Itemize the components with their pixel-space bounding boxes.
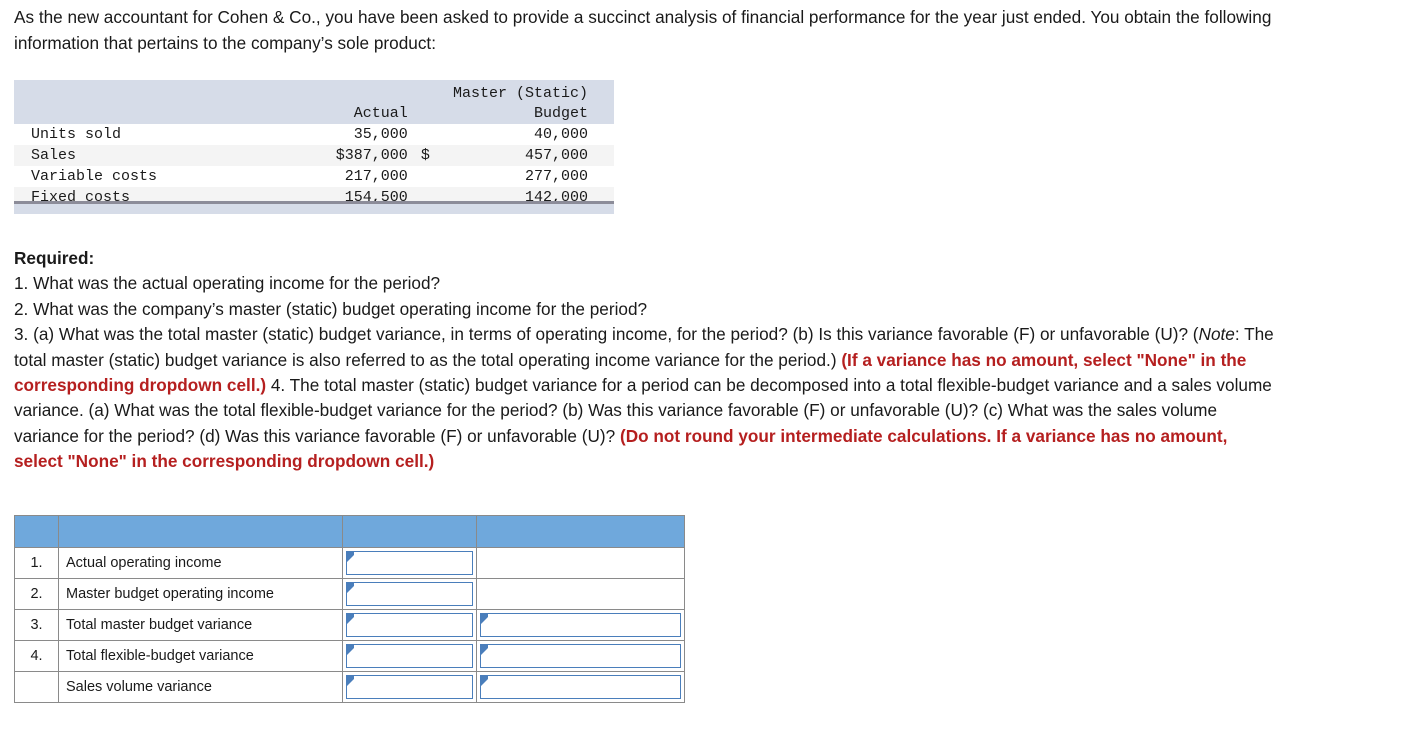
amount-input-cell[interactable] bbox=[342, 671, 477, 703]
answer-header-favorable bbox=[476, 515, 685, 548]
favorable-cell-empty bbox=[476, 547, 685, 579]
question-3-text-a: 3. (a) What was the total master (static… bbox=[14, 324, 1199, 345]
worksheet-page: As the new accountant for Cohen & Co., y… bbox=[0, 0, 1406, 750]
amount-input[interactable] bbox=[346, 613, 473, 637]
row-number: 3. bbox=[14, 609, 59, 641]
table-row: Sales volume variance bbox=[14, 671, 685, 703]
row-budget: 277,000 bbox=[524, 168, 588, 185]
amount-input-cell[interactable] bbox=[342, 640, 477, 672]
favorable-dropdown-cell[interactable] bbox=[476, 671, 685, 703]
favorable-dropdown-cell[interactable] bbox=[476, 640, 685, 672]
answer-header-desc bbox=[58, 515, 343, 548]
data-table-footer-bar bbox=[14, 201, 614, 214]
row-number: 1. bbox=[14, 547, 59, 579]
row-description: Actual operating income bbox=[58, 547, 343, 579]
required-section: Required: 1. What was the actual operati… bbox=[14, 246, 1276, 475]
table-row: Sales $387,000 $ 457,000 bbox=[14, 145, 614, 166]
favorable-dropdown[interactable] bbox=[480, 644, 681, 668]
answer-header-num bbox=[14, 515, 59, 548]
favorable-dropdown-cell[interactable] bbox=[476, 609, 685, 641]
question-2: 2. What was the company’s master (static… bbox=[14, 298, 648, 319]
row-number: 2. bbox=[14, 578, 59, 610]
amount-input[interactable] bbox=[346, 582, 473, 606]
favorable-dropdown[interactable] bbox=[480, 613, 681, 637]
row-dollar: $ bbox=[420, 147, 430, 164]
row-actual: 35,000 bbox=[353, 126, 408, 143]
amount-input-cell[interactable] bbox=[342, 609, 477, 641]
row-description: Total master budget variance bbox=[58, 609, 343, 641]
table-row: Variable costs 217,000 277,000 bbox=[14, 166, 614, 187]
question-3-note-italic: Note bbox=[1198, 324, 1235, 345]
row-description: Total flexible-budget variance bbox=[58, 640, 343, 672]
row-label: Units sold bbox=[31, 126, 122, 143]
row-label: Sales bbox=[31, 147, 77, 164]
amount-input-cell[interactable] bbox=[342, 547, 477, 579]
amount-input[interactable] bbox=[346, 644, 473, 668]
amount-input-cell[interactable] bbox=[342, 578, 477, 610]
data-header-spacer-dollar bbox=[416, 80, 449, 102]
row-number bbox=[14, 671, 59, 703]
data-header-blank2 bbox=[14, 102, 251, 124]
row-actual: $387,000 bbox=[335, 147, 408, 164]
favorable-cell-empty bbox=[476, 578, 685, 610]
row-dollar bbox=[416, 166, 449, 187]
row-label: Variable costs bbox=[31, 168, 158, 185]
answer-header-value bbox=[342, 515, 477, 548]
table-row: 1. Actual operating income bbox=[14, 547, 685, 579]
answer-table-header-row bbox=[14, 515, 685, 548]
data-table-body: Units sold 35,000 40,000 Sales $387,000 … bbox=[14, 124, 614, 208]
row-budget: 40,000 bbox=[533, 126, 588, 143]
intro-paragraph: As the new accountant for Cohen & Co., y… bbox=[14, 7, 1272, 53]
question-1: 1. What was the actual operating income … bbox=[14, 273, 441, 294]
row-number: 4. bbox=[14, 640, 59, 672]
amount-input[interactable] bbox=[346, 551, 473, 575]
table-row: Units sold 35,000 40,000 bbox=[14, 124, 614, 145]
data-header-actual: Actual bbox=[353, 105, 408, 122]
financial-data-table: Master (Static) Actual Budget Units sold… bbox=[14, 80, 614, 208]
data-header-dollar bbox=[416, 102, 449, 124]
row-description: Master budget operating income bbox=[58, 578, 343, 610]
required-heading: Required: bbox=[14, 248, 95, 268]
row-actual: 217,000 bbox=[344, 168, 408, 185]
data-table-header: Master (Static) Actual Budget bbox=[14, 80, 614, 124]
data-header-budget-line2: Budget bbox=[533, 105, 588, 122]
row-description: Sales volume variance bbox=[58, 671, 343, 703]
data-header-blank bbox=[14, 80, 251, 102]
data-header-budget-line1: Master (Static) bbox=[452, 85, 588, 102]
favorable-dropdown[interactable] bbox=[480, 675, 681, 699]
table-row: 2. Master budget operating income bbox=[14, 578, 685, 610]
answer-table: 1. Actual operating income 2. Master bud… bbox=[14, 515, 685, 703]
data-header-spacer-actual bbox=[251, 80, 416, 102]
table-row: 3. Total master budget variance bbox=[14, 609, 685, 641]
row-dollar bbox=[416, 124, 449, 145]
table-row: 4. Total flexible-budget variance bbox=[14, 640, 685, 672]
row-budget: 457,000 bbox=[524, 147, 588, 164]
amount-input[interactable] bbox=[346, 675, 473, 699]
